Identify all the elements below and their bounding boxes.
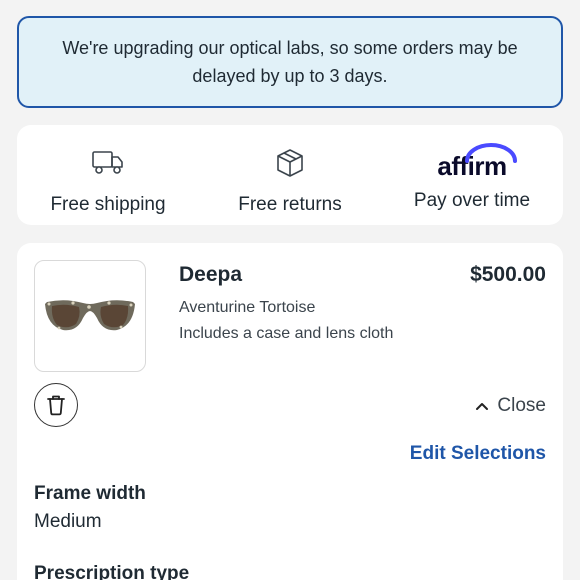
product-includes: Includes a case and lens cloth [179,325,394,342]
perks-bar: Free shipping Free returns affirm Pay ov… [17,125,563,225]
perk-pay-over-time: affirm Pay over time [381,125,563,225]
trash-icon [47,395,65,416]
product-variant: Aventurine Tortoise [179,299,316,316]
truck-icon [91,145,125,181]
notice-text: We're upgrading our optical labs, so som… [62,38,518,86]
lab-delay-notice: We're upgrading our optical labs, so som… [17,16,563,108]
prescription-type-label: Prescription type [34,563,190,580]
sunglasses-icon [45,300,135,331]
perk-free-shipping: Free shipping [17,125,199,225]
perk-free-returns: Free returns [199,125,381,225]
frame-width-label: Frame width [34,483,146,504]
product-thumbnail[interactable] [34,260,146,372]
close-label: Close [497,395,546,416]
remove-item-button[interactable] [34,383,78,427]
chevron-up-icon [476,403,489,410]
affirm-logo: affirm [437,143,518,181]
perk-label: Free returns [238,194,342,215]
frame-width-value: Medium [34,511,102,532]
product-price: $500.00 [470,263,546,286]
cart-item-card: Deepa $500.00 Aventurine Tortoise Includ… [17,243,563,580]
product-name[interactable]: Deepa [179,263,242,287]
edit-selections-link[interactable]: Edit Selections [410,443,546,465]
perk-label: Pay over time [413,190,531,211]
collapse-details-button[interactable]: Close [475,395,546,417]
box-icon [274,145,306,181]
perk-label: Free shipping [50,194,166,215]
